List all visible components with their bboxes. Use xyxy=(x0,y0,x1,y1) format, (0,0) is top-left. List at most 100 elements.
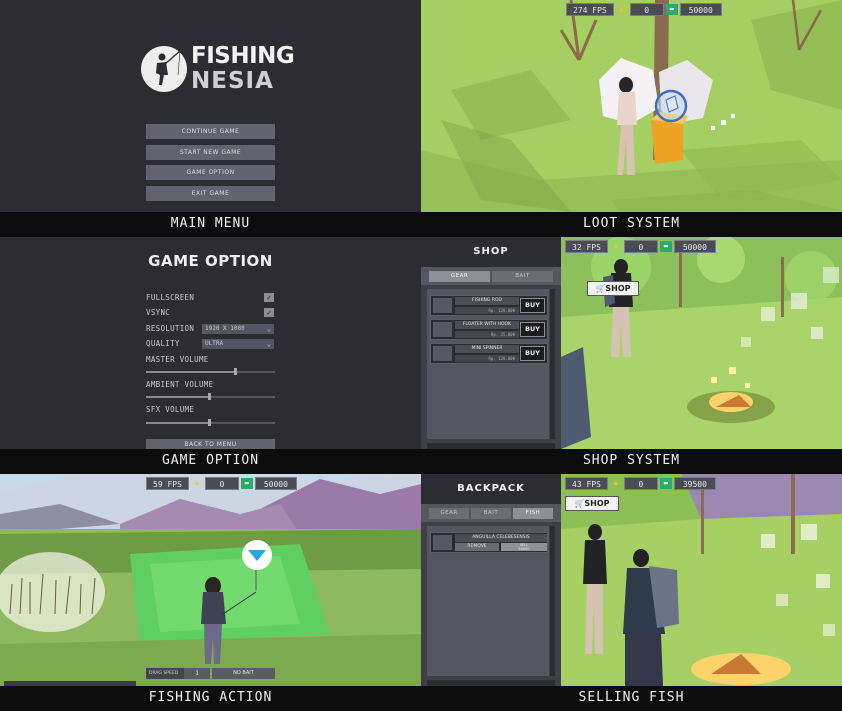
shop-sign-label: SHOP xyxy=(584,499,610,508)
exit-game-button[interactable]: EXIT GAME xyxy=(146,186,275,201)
money-icon: ▬ xyxy=(240,478,253,489)
remove-button[interactable]: REMOVE xyxy=(455,543,499,551)
quality-label: QUALITY xyxy=(146,339,180,348)
buy-button[interactable]: BUY xyxy=(520,346,545,361)
logo-text-nesia: NESIA xyxy=(191,68,274,94)
fullscreen-checkbox[interactable]: ✓ xyxy=(264,293,274,302)
fps-counter: 32 FPS xyxy=(565,240,608,253)
tab-gear[interactable]: GEAR xyxy=(429,508,469,519)
fishing-rod-icon xyxy=(433,298,452,313)
fps-counter: 274 FPS xyxy=(566,3,614,16)
item-price: Rp. 120.000 xyxy=(455,355,519,362)
vsync-checkbox[interactable]: ✓ xyxy=(264,308,274,317)
list-item: MINI SPINNER Rp. 120.000 BUY xyxy=(430,343,548,364)
backpack-scrollbar[interactable] xyxy=(550,526,555,676)
item-price: Rp. 120.000 xyxy=(455,307,519,314)
slider-handle[interactable] xyxy=(234,368,237,375)
shop-screen: 32 FPS ★ 0 ▬ 50000 🛒SHOP SHOP GEAR BAIT … xyxy=(421,237,842,449)
floater-hook-icon xyxy=(433,322,452,337)
tab-gear[interactable]: GEAR xyxy=(429,271,490,282)
bait-slot[interactable]: NO BAIT xyxy=(212,668,275,679)
continue-game-button[interactable]: CONTINUE GAME xyxy=(146,124,275,139)
fish-name: ANGUILLA CELEBESENSIS xyxy=(455,534,547,542)
sell-button[interactable]: SELL 50000 xyxy=(501,543,547,551)
resolution-value: 1920 X 1080 xyxy=(205,325,245,332)
vsync-label: VSYNC xyxy=(146,308,171,317)
master-volume-label: MASTER VOLUME xyxy=(146,355,209,364)
resolution-label: RESOLUTION xyxy=(146,324,195,333)
tab-bait[interactable]: BAIT xyxy=(471,508,511,519)
spinner-icon xyxy=(433,346,452,361)
loot-hud: 274 FPS ★ 0 ▬ 50000 xyxy=(566,3,722,16)
start-new-game-button[interactable]: START NEW GAME xyxy=(146,145,275,160)
money-display: 50000 xyxy=(679,3,722,16)
fishing-scene-art xyxy=(0,474,421,686)
cart-icon: 🛒 xyxy=(595,284,606,293)
star-icon: ★ xyxy=(193,478,200,489)
options-title: GAME OPTION xyxy=(148,252,273,270)
fishing-scene: 59 FPS ★ 0 ▬ 50000 DRAG SPEED 1 NO BAIT xyxy=(0,474,421,686)
tab-bait[interactable]: BAIT xyxy=(492,271,553,282)
loot-scene: 274 FPS ★ 0 ▬ 50000 xyxy=(421,0,842,212)
drag-speed-panel: DRAG SPEED 1 xyxy=(146,668,210,679)
caption-game-option: GAME OPTION xyxy=(0,449,421,474)
fps-counter: 59 FPS xyxy=(146,477,189,490)
star-count: 0 xyxy=(204,477,239,490)
game-option-button[interactable]: GAME OPTION xyxy=(146,165,275,180)
ambient-volume-label: AMBIENT VOLUME xyxy=(146,380,214,389)
caption-fishing-action: FISHING ACTION xyxy=(0,686,421,711)
backpack-title: BACKPACK xyxy=(457,483,525,494)
tab-fish[interactable]: FISH xyxy=(513,508,553,519)
shop-sign: 🛒SHOP xyxy=(565,496,619,511)
sfx-volume-slider[interactable] xyxy=(146,419,275,426)
shop-sign: 🛒SHOP xyxy=(587,281,639,296)
chevron-down-icon: ⌄ xyxy=(266,325,271,333)
drag-speed-value: 1 xyxy=(195,670,199,677)
item-name: FISHING ROD xyxy=(455,297,519,305)
star-count: 0 xyxy=(623,477,658,490)
slider-handle[interactable] xyxy=(208,419,211,426)
star-icon: ★ xyxy=(618,4,625,15)
fisherman-logo-icon xyxy=(141,46,187,92)
fps-counter: 43 FPS xyxy=(565,477,608,490)
item-name: FLOATER WITH HOOK xyxy=(455,321,519,329)
star-icon: ★ xyxy=(612,478,619,489)
money-icon: ▬ xyxy=(659,478,672,489)
list-item: FISHING ROD Rp. 120.000 BUY xyxy=(430,295,548,316)
fish-icon xyxy=(433,535,452,550)
star-count: 0 xyxy=(623,240,658,253)
money-display: 39500 xyxy=(673,477,716,490)
quality-value: ULTRA xyxy=(205,340,224,347)
money-display: 50000 xyxy=(673,240,716,253)
shop-hud: 32 FPS ★ 0 ▬ 50000 xyxy=(565,240,716,253)
sfx-volume-label: SFX VOLUME xyxy=(146,405,195,414)
caption-selling-fish: SELLING FISH xyxy=(421,686,842,711)
sell-hud: 43 FPS ★ 0 ▬ 39500 xyxy=(565,477,716,490)
game-option-screen: GAME OPTION FULLSCREEN ✓ VSYNC ✓ RESOLUT… xyxy=(0,237,421,449)
item-name: MINI SPINNER xyxy=(455,345,519,353)
fishing-hud: 59 FPS ★ 0 ▬ 50000 xyxy=(146,477,297,490)
caption-shop-system: SHOP SYSTEM xyxy=(421,449,842,474)
slider-handle[interactable] xyxy=(208,393,211,400)
main-menu-screen: FISHING NESIA CONTINUE GAME START NEW GA… xyxy=(0,0,421,212)
money-icon: ▬ xyxy=(665,4,678,15)
shop-scene-art xyxy=(561,237,842,449)
buy-button[interactable]: BUY xyxy=(520,298,545,313)
resolution-select[interactable]: 1920 X 1080 ⌄ xyxy=(202,324,274,334)
caption-main-menu: MAIN MENU xyxy=(0,212,421,237)
cart-icon: 🛒 xyxy=(574,499,585,508)
back-to-menu-button[interactable]: BACK TO MENU xyxy=(146,439,275,449)
star-count: 0 xyxy=(629,3,664,16)
shop-scrollbar[interactable] xyxy=(550,289,555,439)
money-icon: ▬ xyxy=(659,241,672,252)
loot-scene-art xyxy=(421,0,842,212)
ambient-volume-slider[interactable] xyxy=(146,393,275,400)
list-item: FLOATER WITH HOOK Rp. 35.000 BUY xyxy=(430,319,548,340)
chevron-down-icon: ⌄ xyxy=(266,340,271,348)
quality-select[interactable]: ULTRA ⌄ xyxy=(202,339,274,349)
star-icon: ★ xyxy=(612,241,619,252)
master-volume-slider[interactable] xyxy=(146,368,275,375)
buy-button[interactable]: BUY xyxy=(520,322,545,337)
fullscreen-label: FULLSCREEN xyxy=(146,293,195,302)
backpack-screen: 43 FPS ★ 0 ▬ 39500 🛒SHOP BACKPACK GEAR B… xyxy=(421,474,842,686)
